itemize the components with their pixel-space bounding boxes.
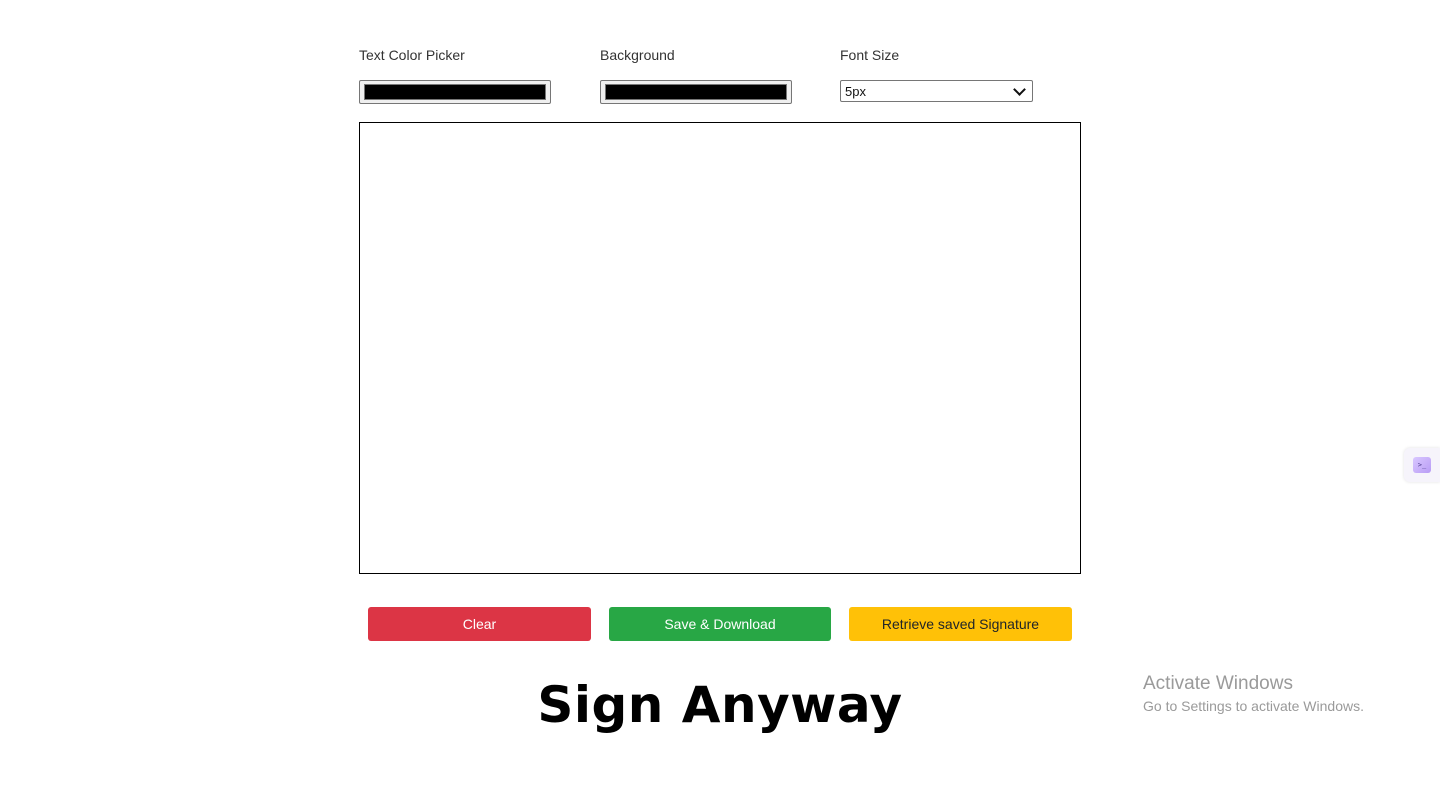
font-size-label: Font Size: [840, 47, 900, 63]
chevron-down-icon: [1013, 82, 1026, 96]
font-size-select[interactable]: 5px: [840, 80, 1033, 102]
activate-windows-subtitle: Go to Settings to activate Windows.: [1143, 698, 1364, 714]
text-color-swatch: [364, 84, 546, 100]
browser-extension-button[interactable]: >_: [1404, 448, 1440, 482]
activate-windows-title: Activate Windows: [1143, 673, 1293, 694]
background-color-picker[interactable]: [600, 80, 792, 104]
browser-extension-icon: >_: [1413, 457, 1431, 473]
signature-canvas[interactable]: [359, 122, 1081, 574]
clear-button[interactable]: Clear: [368, 607, 591, 641]
background-label: Background: [600, 47, 675, 63]
text-color-label: Text Color Picker: [359, 47, 465, 63]
save-download-button[interactable]: Save & Download: [609, 607, 831, 641]
retrieve-signature-button[interactable]: Retrieve saved Signature: [849, 607, 1072, 641]
font-size-value: 5px: [845, 83, 866, 99]
background-color-swatch: [605, 84, 787, 100]
text-color-picker[interactable]: [359, 80, 551, 104]
